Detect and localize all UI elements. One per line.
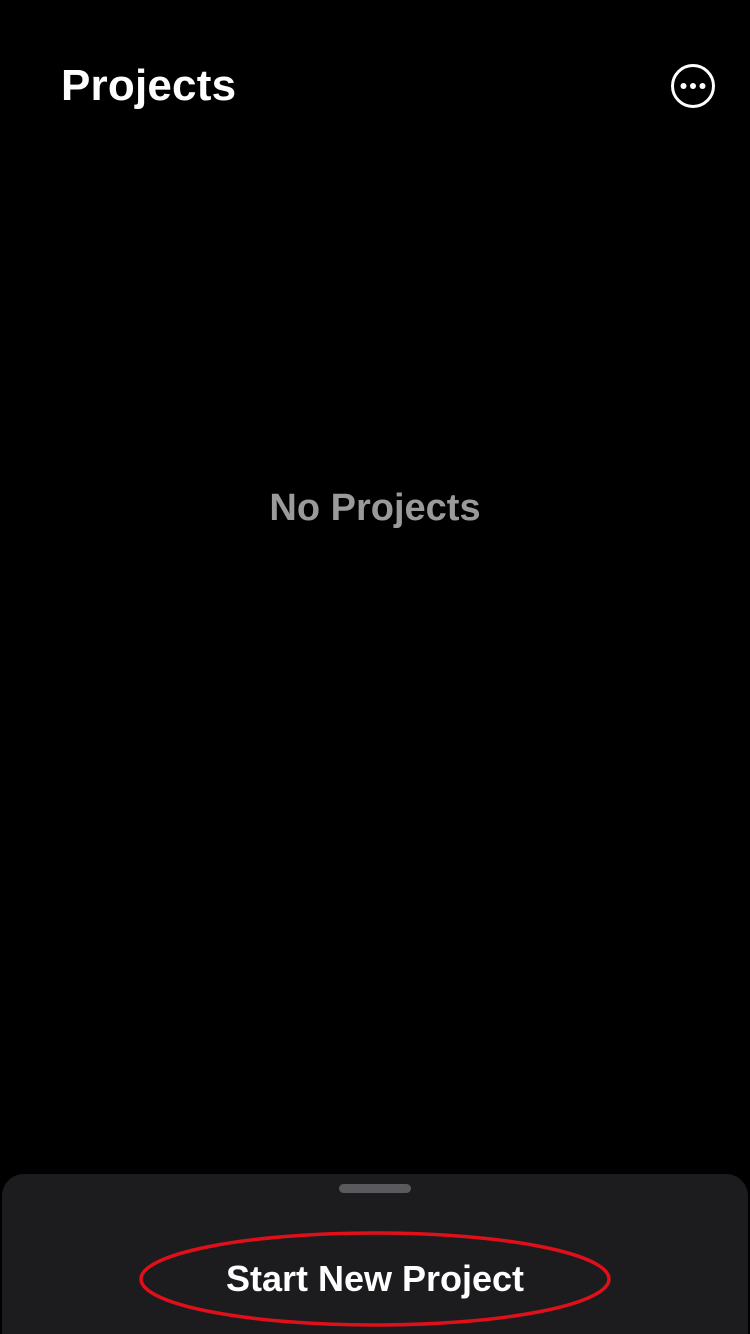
more-options-button[interactable] [670, 63, 716, 109]
projects-screen: Projects No Projects Start New Project [0, 0, 750, 1334]
empty-state-label: No Projects [269, 487, 481, 529]
page-title: Projects [61, 61, 237, 110]
bottom-sheet: Start New Project [2, 1174, 748, 1334]
sheet-grabber-handle[interactable] [339, 1184, 411, 1193]
ellipsis-circle-icon [671, 64, 715, 108]
start-new-project-label: Start New Project [225, 1258, 525, 1299]
start-new-project-button[interactable]: Start New Project [138, 1230, 612, 1328]
